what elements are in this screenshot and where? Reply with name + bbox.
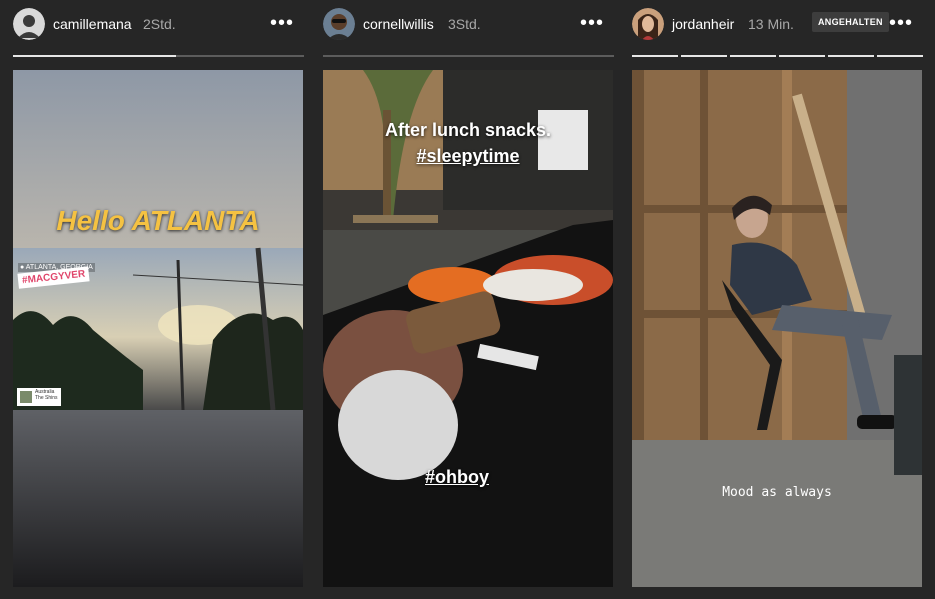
- avatar[interactable]: [323, 8, 355, 40]
- progress-segment: [877, 55, 923, 57]
- post-time: 3Std.: [448, 16, 481, 32]
- song-artist: The Shins: [35, 395, 58, 401]
- story-progress-bar: [632, 55, 923, 57]
- story-card-cornellwillis[interactable]: cornellwillis 3Std. ••• After lunch snac…: [323, 0, 614, 599]
- progress-segment: [828, 55, 874, 57]
- story-progress-bar: [323, 55, 614, 57]
- story-media[interactable]: After lunch snacks. #sleepytime #ohboy: [323, 70, 613, 587]
- progress-segment: [632, 55, 678, 57]
- progress-fill: [13, 55, 176, 57]
- story-header: camillemana 2Std. •••: [13, 8, 304, 40]
- progress-segment: [681, 55, 727, 57]
- music-sticker[interactable]: Australia The Shins: [35, 389, 58, 401]
- progress-segment: [730, 55, 776, 57]
- username[interactable]: cornellwillis: [363, 16, 434, 32]
- progress-segment: [323, 55, 614, 57]
- story-header: cornellwillis 3Std. •••: [323, 8, 614, 40]
- story-progress-bar: [13, 55, 304, 57]
- story-media[interactable]: Mood as always: [632, 70, 922, 587]
- username[interactable]: camillemana: [53, 16, 132, 32]
- caption-hashtag-bottom[interactable]: #ohboy: [425, 467, 489, 488]
- progress-segment: [779, 55, 825, 57]
- story-caption: Mood as always: [722, 485, 832, 500]
- post-time: 2Std.: [143, 16, 176, 32]
- avatar[interactable]: [632, 8, 664, 40]
- story-caption: After lunch snacks. #sleepytime: [323, 117, 613, 169]
- story-card-camillemana[interactable]: camillemana 2Std. ••• Hello ATLANTA ● AT…: [13, 0, 304, 599]
- story-card-jordanheir[interactable]: jordanheir 13 Min. ANGEHALTEN ••• Mood a…: [632, 0, 923, 599]
- more-options-icon[interactable]: •••: [580, 12, 604, 35]
- story-media[interactable]: Hello ATLANTA ● ATLANTA, GEORGIA #MACGYV…: [13, 70, 303, 587]
- story-header: jordanheir 13 Min. ANGEHALTEN •••: [632, 8, 923, 40]
- more-options-icon[interactable]: •••: [889, 12, 913, 35]
- caption-hashtag[interactable]: #sleepytime: [323, 143, 613, 169]
- more-options-icon[interactable]: •••: [270, 12, 294, 35]
- paused-badge: ANGEHALTEN: [812, 12, 889, 32]
- story-caption: Hello ATLANTA: [56, 205, 260, 236]
- caption-line-1: After lunch snacks.: [384, 120, 552, 140]
- post-time: 13 Min.: [748, 16, 794, 32]
- avatar[interactable]: [13, 8, 45, 40]
- username[interactable]: jordanheir: [672, 16, 734, 32]
